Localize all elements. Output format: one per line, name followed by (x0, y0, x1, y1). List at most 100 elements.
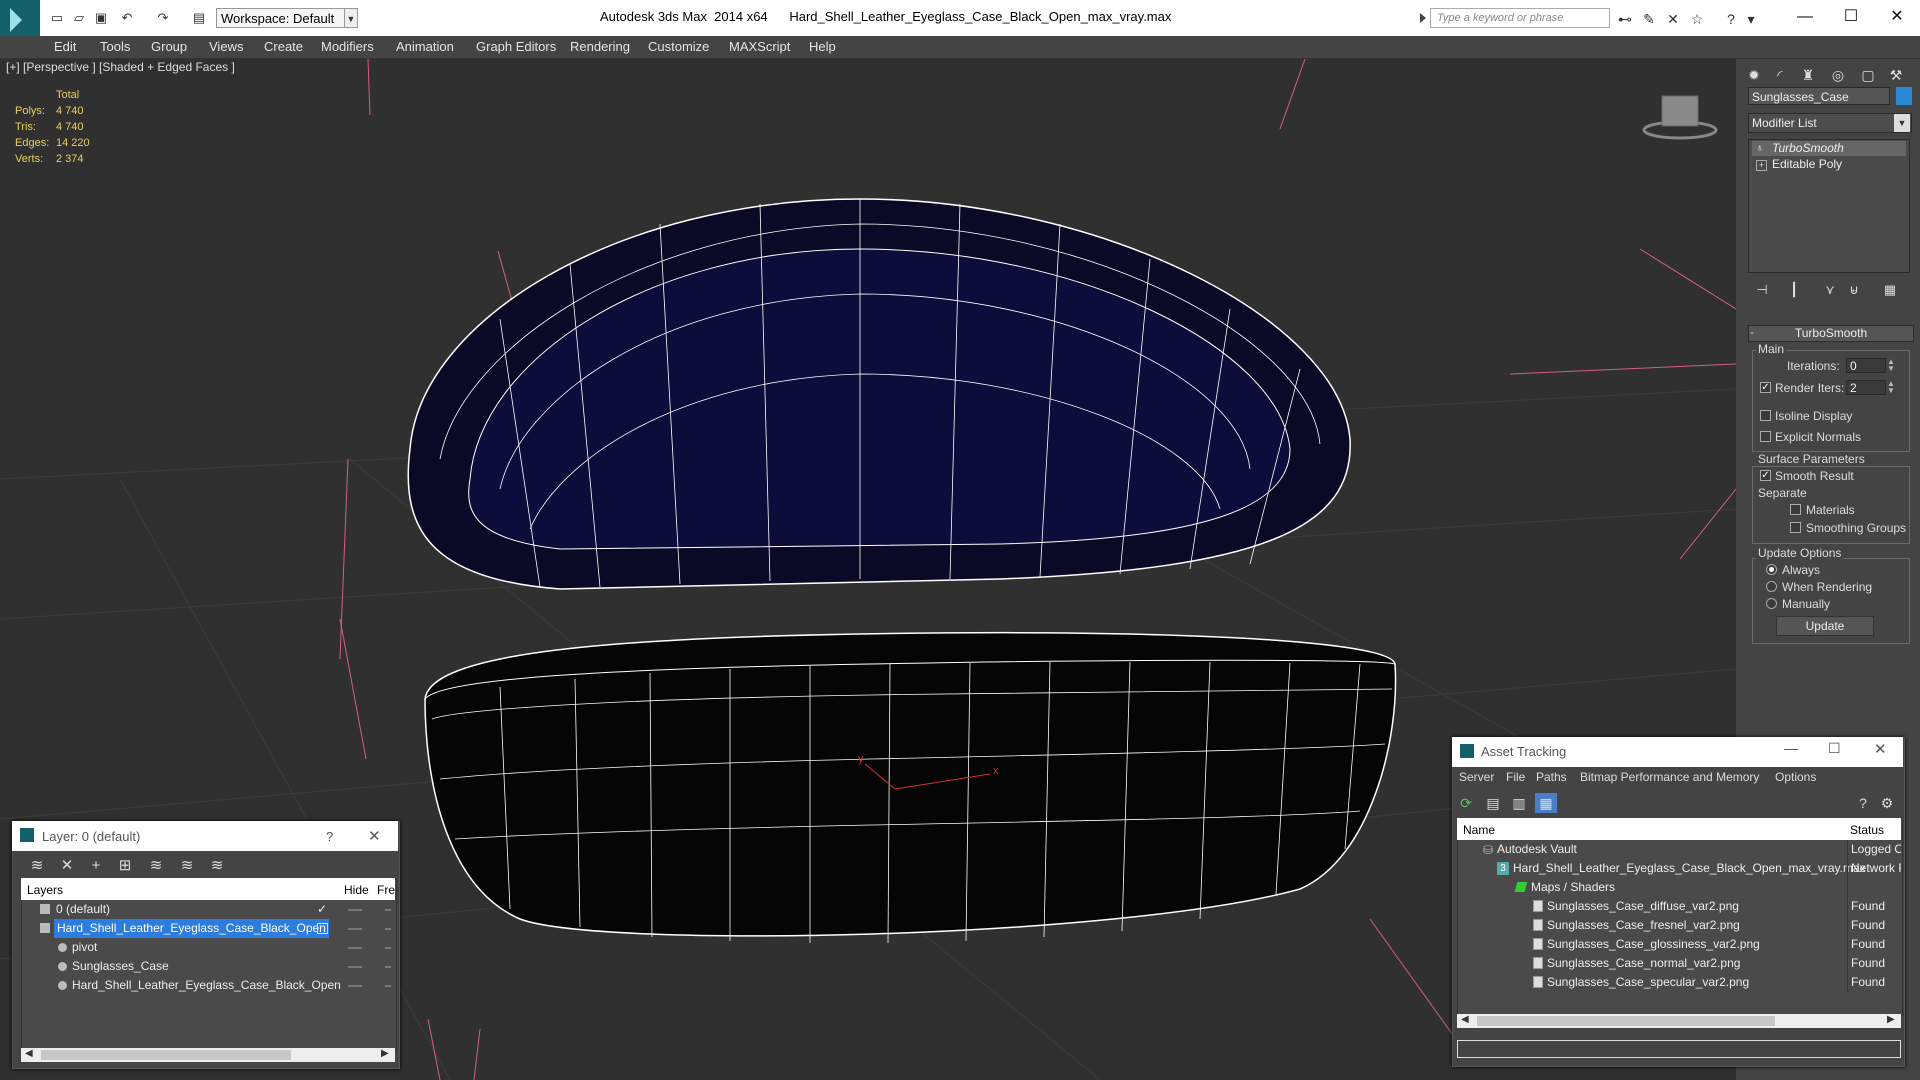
expand-plus-icon[interactable]: + (1756, 160, 1767, 171)
menu-views[interactable]: Views (209, 38, 243, 56)
layer-close-icon[interactable]: ✕ (368, 827, 381, 845)
make-unique-icon[interactable]: ⋎ (1820, 282, 1840, 298)
save-icon[interactable]: ▣ (92, 10, 110, 26)
menu-graph-editors[interactable]: Graph Editors (476, 38, 556, 56)
scroll-thumb[interactable] (41, 1050, 291, 1060)
render-iters-checkbox[interactable]: ✓ (1760, 382, 1771, 393)
stack-item-editable-poly[interactable]: Editable Poly (1752, 157, 1906, 172)
minimize-button[interactable]: — (1782, 4, 1828, 32)
table-view-icon[interactable]: ▦ (1535, 793, 1557, 813)
asset-row-name[interactable]: Hard_Shell_Leather_Eyeglass_Case_Black_O… (1513, 859, 1866, 878)
menu-help[interactable]: Help (809, 38, 836, 56)
object-color-swatch[interactable] (1896, 87, 1912, 105)
asset-menu-server[interactable]: Server (1459, 770, 1494, 784)
col-name[interactable]: Name (1463, 823, 1495, 837)
modify-tab-icon[interactable]: ◜ (1768, 64, 1792, 86)
update-button[interactable]: Update (1776, 616, 1874, 636)
remove-modifier-icon[interactable]: ⊌ (1844, 282, 1864, 298)
asset-row-name[interactable]: Autodesk Vault (1497, 840, 1577, 859)
layer-row[interactable]: 0 (default) ✓ (22, 900, 394, 919)
asset-minimize-button[interactable]: — (1784, 740, 1798, 756)
hide-toggle[interactable] (348, 928, 362, 930)
asset-row-name[interactable]: Sunglasses_Case_specular_var2.png (1547, 973, 1749, 992)
search-input[interactable]: Type a keyword or phrase (1430, 8, 1610, 28)
refresh-icon[interactable]: ⟳ (1455, 793, 1477, 813)
asset-row-name[interactable]: Sunglasses_Case_glossiness_var2.png (1547, 935, 1760, 954)
viewport-label[interactable]: [+] [Perspective ] [Shaded + Edged Faces… (6, 60, 235, 74)
open-file-icon[interactable]: ▱ (70, 10, 88, 26)
set-current-box[interactable] (317, 923, 328, 934)
layer-row[interactable]: Hard_Shell_Leather_Eyeglass_Case_Black_O… (22, 919, 394, 938)
display-tab-icon[interactable]: ▢ (1856, 64, 1880, 86)
spinner-arrows-icon[interactable]: ▲ ▼ (1886, 358, 1896, 373)
iterations-spinner[interactable]: 0 (1846, 358, 1886, 373)
pin-stack-icon[interactable]: ⊣ (1752, 282, 1772, 298)
redo-icon[interactable]: ↷ (154, 10, 172, 26)
hierarchy-tab-icon[interactable]: ♜ (1796, 64, 1820, 86)
select-layer-icon[interactable]: ⊞ (114, 856, 136, 876)
smoothing-groups-checkbox[interactable] (1790, 522, 1801, 533)
hide-toggle[interactable] (348, 947, 362, 949)
app-logo-icon[interactable] (0, 0, 40, 40)
asset-horizontal-scrollbar[interactable]: ◀ ▶ (1457, 1014, 1901, 1028)
list-view-icon[interactable]: ▤ (1482, 793, 1504, 813)
chevron-down-icon[interactable]: ▼ (344, 8, 358, 28)
utilities-tab-icon[interactable]: ⚒ (1884, 64, 1908, 86)
project-folder-icon[interactable]: ▤ (190, 10, 208, 26)
freeze-toggle[interactable] (385, 966, 391, 968)
scroll-right-icon[interactable]: ▶ (1887, 1014, 1895, 1025)
menu-customize[interactable]: Customize (648, 38, 709, 56)
menu-edit[interactable]: Edit (54, 38, 76, 56)
layer-horizontal-scrollbar[interactable]: ◀ ▶ (21, 1048, 395, 1062)
col-layers[interactable]: Layers (27, 883, 63, 897)
asset-menu-options[interactable]: Options (1775, 770, 1816, 784)
explicit-normals-checkbox[interactable] (1760, 431, 1771, 442)
current-layer-check-icon[interactable]: ✓ (317, 900, 327, 919)
layer-row[interactable]: Hard_Shell_Leather_Eyeglass_Case_Black_O… (22, 976, 394, 995)
favorites-star-icon[interactable]: ☆ (1688, 10, 1706, 28)
turbosmooth-rollout-header[interactable]: TurboSmooth (1748, 325, 1914, 342)
col-status[interactable]: Status (1850, 823, 1884, 837)
help-icon[interactable]: ? (1722, 10, 1740, 28)
layer-row[interactable]: Sunglasses_Case (22, 957, 394, 976)
search-expand-icon[interactable] (1420, 13, 1426, 23)
close-button[interactable]: ✕ (1874, 4, 1920, 32)
freeze-all-icon[interactable]: ≋ (206, 856, 228, 876)
scroll-right-icon[interactable]: ▶ (381, 1048, 389, 1059)
stack-item-turbosmooth[interactable]: TurboSmooth (1752, 141, 1906, 156)
scroll-left-icon[interactable]: ◀ (1461, 1014, 1469, 1025)
asset-menu-file[interactable]: File (1506, 770, 1525, 784)
create-tab-icon[interactable]: ✹ (1742, 64, 1766, 86)
lightbulb-icon[interactable]: ♁ (1756, 143, 1765, 154)
chevron-down-icon[interactable]: ▼ (1894, 114, 1910, 132)
asset-menu-bitmap[interactable]: Bitmap Performance and Memory (1580, 770, 1759, 784)
scroll-left-icon[interactable]: ◀ (25, 1048, 33, 1059)
asset-path-input[interactable] (1457, 1040, 1901, 1058)
menu-group[interactable]: Group (151, 38, 187, 56)
configure-sets-icon[interactable]: ▦ (1880, 282, 1900, 298)
asset-close-icon[interactable]: ✕ (1874, 740, 1887, 758)
menu-rendering[interactable]: Rendering (570, 38, 630, 56)
asset-settings-icon[interactable]: ⚙ (1876, 793, 1898, 813)
rollout-collapse-icon[interactable]: - (1750, 325, 1754, 339)
asset-menu-paths[interactable]: Paths (1536, 770, 1567, 784)
highlight-layer-icon[interactable]: ≋ (145, 856, 167, 876)
maximize-button[interactable]: ☐ (1828, 4, 1874, 32)
scroll-thumb[interactable] (1477, 1016, 1775, 1026)
asset-row-name[interactable]: Sunglasses_Case_fresnel_var2.png (1547, 916, 1740, 935)
menu-tools[interactable]: Tools (100, 38, 130, 56)
subscription-icon[interactable]: ✎ (1640, 10, 1658, 28)
menu-modifiers[interactable]: Modifiers (321, 38, 374, 56)
modifier-list-dropdown[interactable]: Modifier List (1748, 113, 1912, 133)
asset-maximize-button[interactable]: ☐ (1828, 740, 1841, 757)
materials-checkbox[interactable] (1790, 504, 1801, 515)
layer-help-button[interactable]: ? (326, 829, 333, 844)
freeze-toggle[interactable] (385, 947, 391, 949)
menu-create[interactable]: Create (264, 38, 303, 56)
show-end-result-icon[interactable]: ┃ (1784, 282, 1804, 298)
object-name-field[interactable]: Sunglasses_Case (1748, 87, 1890, 105)
spinner-arrows-icon[interactable]: ▲ ▼ (1886, 380, 1896, 395)
asset-row-name[interactable]: Sunglasses_Case_diffuse_var2.png (1547, 897, 1739, 916)
asset-row-name[interactable]: Maps / Shaders (1531, 878, 1615, 897)
new-file-icon[interactable]: ▭ (48, 10, 66, 26)
